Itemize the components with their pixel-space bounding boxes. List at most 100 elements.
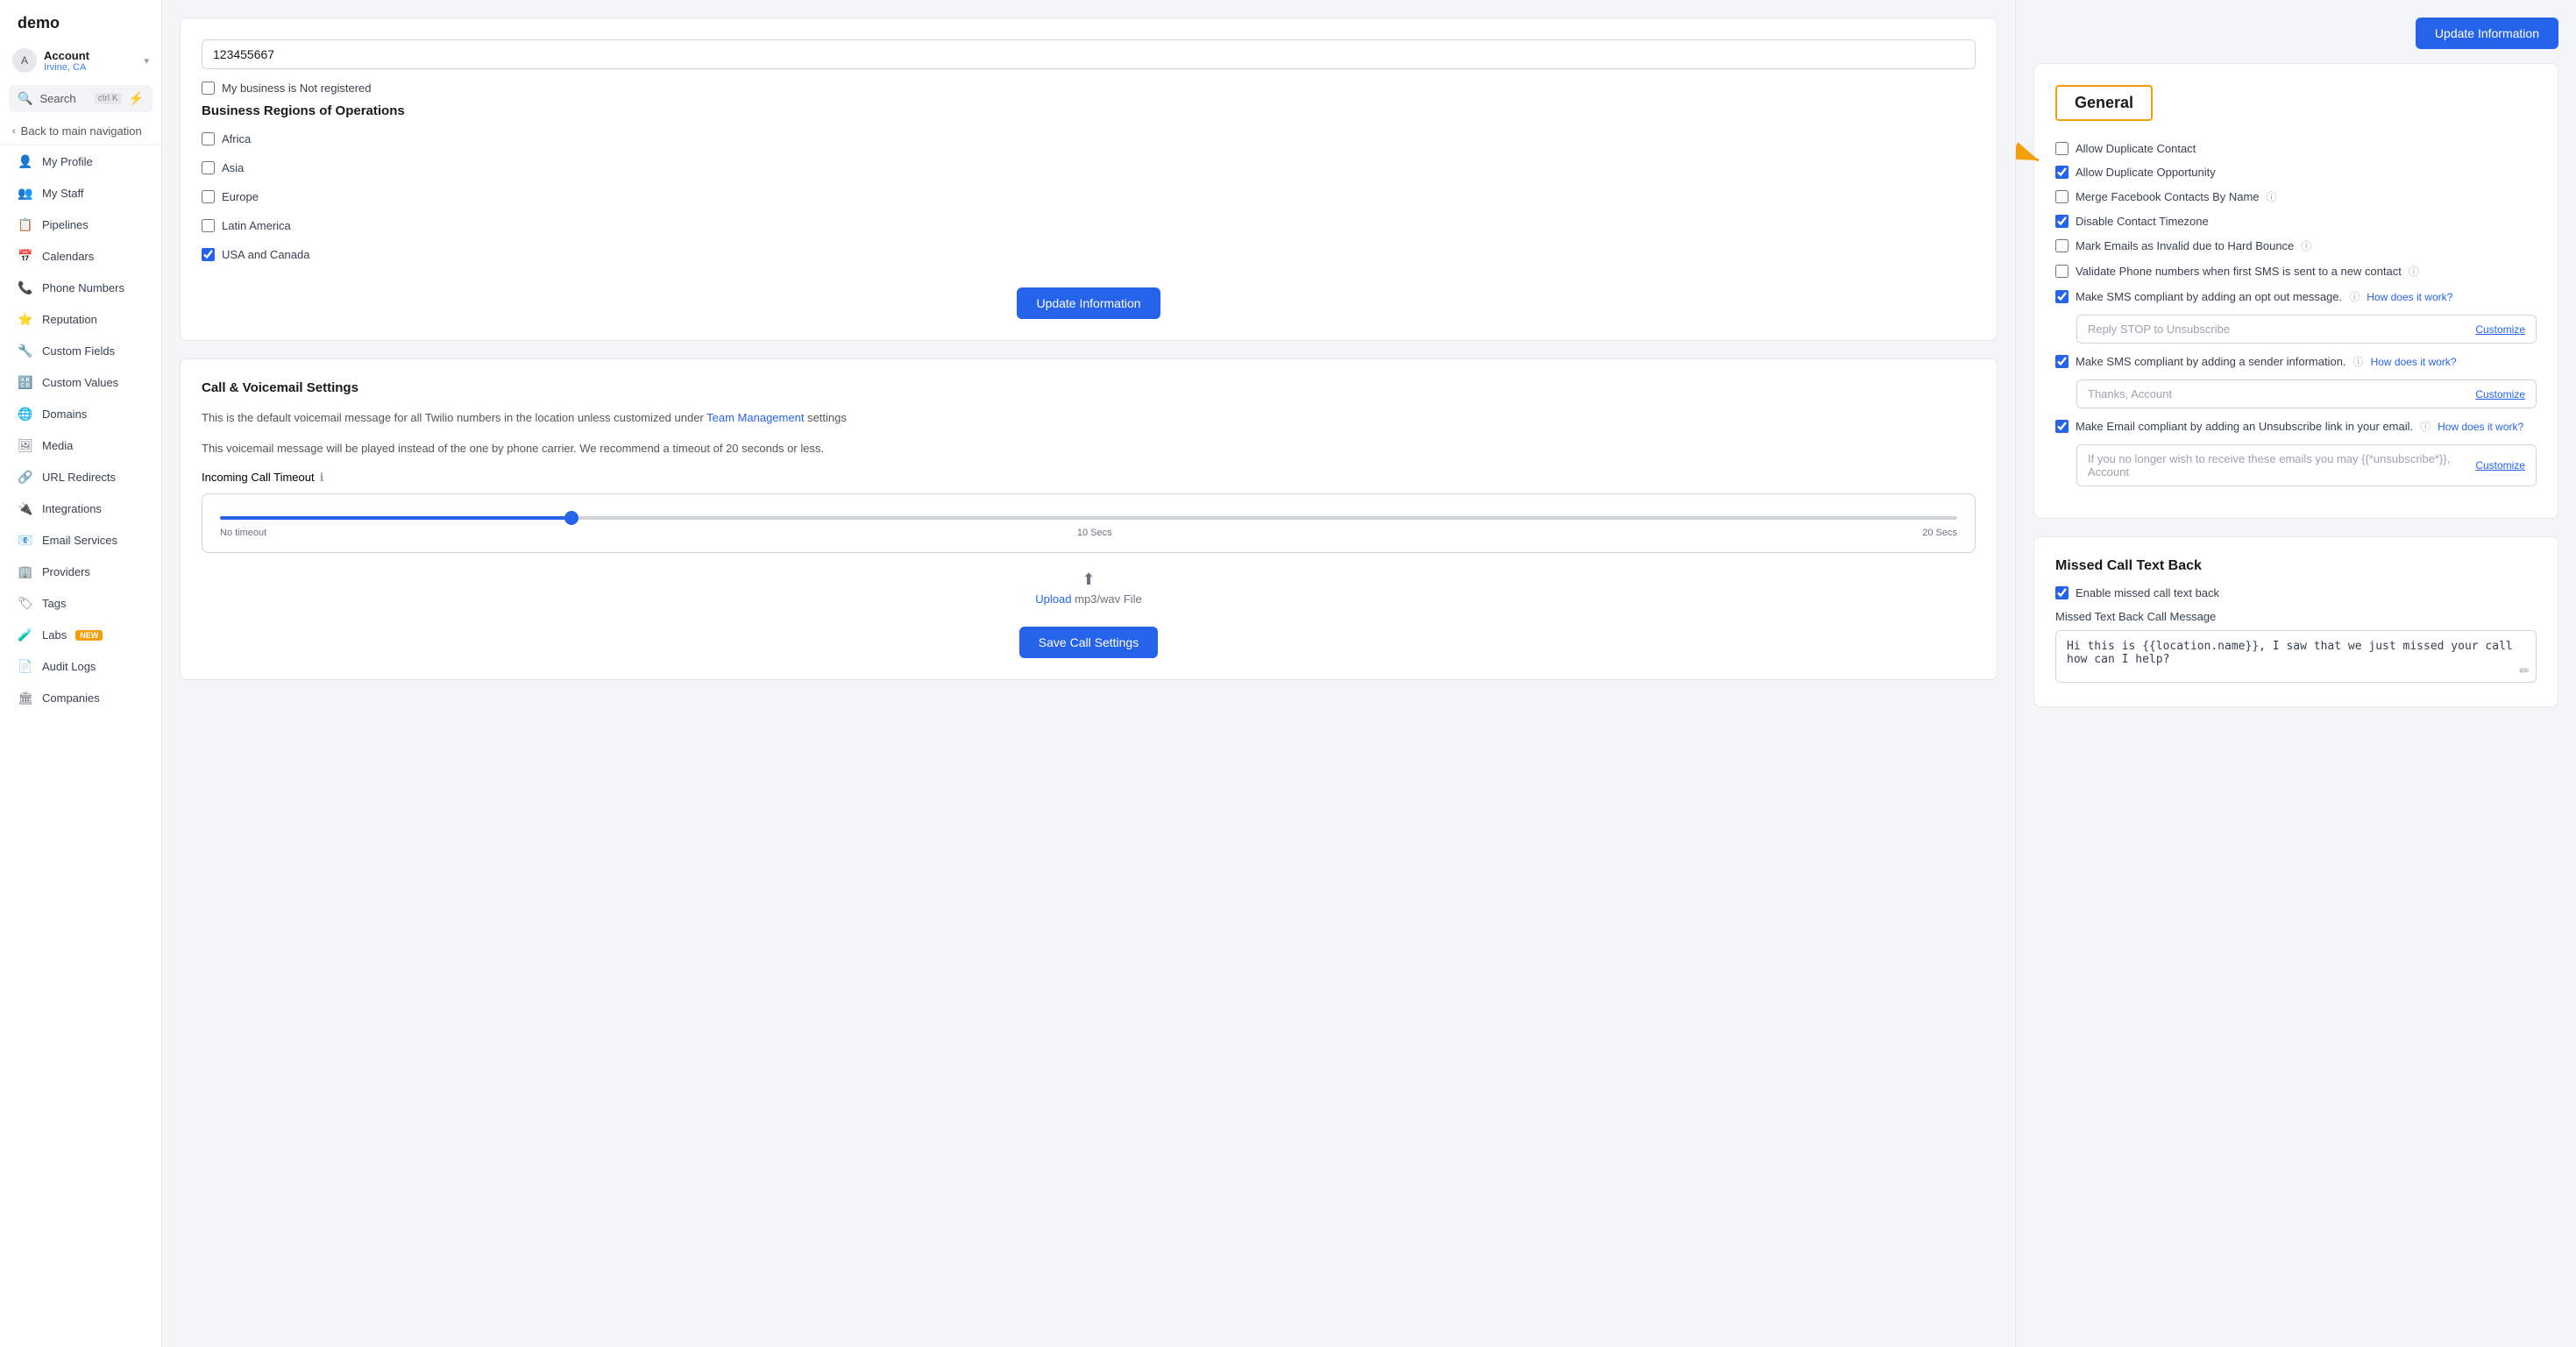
sidebar-item-reputation[interactable]: ⭐ Reputation: [5, 304, 156, 335]
option-checkbox-sms-compliant-sender[interactable]: [2055, 355, 2069, 368]
general-card: General Allow Duplicate Contact Allow Du…: [2033, 63, 2558, 519]
upload-area[interactable]: ⬆ Upload mp3/wav File: [202, 571, 1976, 606]
slider-labels: No timeout 10 Secs 20 Secs: [220, 528, 1957, 538]
option-checkbox-allow-duplicate-contact[interactable]: [2055, 142, 2069, 155]
call-voicemail-title: Call & Voicemail Settings: [202, 380, 1976, 395]
sidebar-item-custom-values[interactable]: 🔠 Custom Values: [5, 367, 156, 398]
sidebar-item-label: Custom Values: [42, 376, 118, 389]
sidebar-item-email-services[interactable]: 📧 Email Services: [5, 525, 156, 556]
sidebar-item-label: Integrations: [42, 502, 102, 515]
sidebar-item-integrations[interactable]: 🔌 Integrations: [5, 493, 156, 524]
option-checkbox-mark-emails-invalid[interactable]: [2055, 239, 2069, 252]
customize-link-sms-compliant-sender[interactable]: Customize: [2475, 388, 2525, 401]
sidebar-item-label: Phone Numbers: [42, 281, 124, 294]
labs-icon: 🧪: [18, 627, 33, 642]
region-checkbox-1[interactable]: [202, 161, 215, 174]
search-label: Search: [39, 92, 87, 105]
not-registered-label: My business is Not registered: [222, 82, 372, 95]
option-label-sms-compliant-sender: Make SMS compliant by adding a sender in…: [2076, 355, 2346, 368]
option-wrap-sms-compliant-opt-out: Make SMS compliant by adding an opt out …: [2055, 289, 2537, 344]
account-name: Account: [44, 49, 137, 62]
sub-input-sms-compliant-sender: Thanks, Account Customize: [2076, 379, 2537, 408]
option-checkbox-email-unsubscribe[interactable]: [2055, 420, 2069, 433]
lightning-icon: ⚡: [129, 91, 144, 106]
option-row-allow-duplicate-opportunity: Allow Duplicate Opportunity: [2055, 166, 2537, 179]
sidebar-item-url-redirects[interactable]: 🔗 URL Redirects: [5, 462, 156, 493]
missed-call-textarea-wrap: ✏: [2055, 630, 2537, 685]
region-row-2: Europe: [202, 190, 1976, 203]
option-checkbox-allow-duplicate-opportunity[interactable]: [2055, 166, 2069, 179]
region-row-0: Africa: [202, 132, 1976, 145]
option-wrap-validate-phone: Validate Phone numbers when first SMS is…: [2055, 264, 2537, 279]
search-bar[interactable]: 🔍 Search ctrl K ⚡: [9, 85, 153, 112]
update-info-button-right[interactable]: Update Information: [2416, 18, 2558, 49]
option-checkbox-sms-compliant-opt-out[interactable]: [2055, 290, 2069, 303]
missed-call-textarea[interactable]: [2055, 630, 2537, 683]
sidebar-item-audit-logs[interactable]: 📄 Audit Logs: [5, 651, 156, 682]
back-nav-label: Back to main navigation: [21, 124, 142, 138]
option-label-validate-phone: Validate Phone numbers when first SMS is…: [2076, 265, 2402, 278]
option-checkbox-merge-facebook[interactable]: [2055, 190, 2069, 203]
sidebar-item-label: Audit Logs: [42, 660, 96, 673]
business-number-input[interactable]: [202, 39, 1976, 69]
search-shortcut: ctrl K: [95, 93, 122, 104]
sidebar-item-phone-numbers[interactable]: 📞 Phone Numbers: [5, 273, 156, 303]
region-checkbox-4[interactable]: [202, 248, 215, 261]
region-checkbox-2[interactable]: [202, 190, 215, 203]
option-row-mark-emails-invalid: Mark Emails as Invalid due to Hard Bounc…: [2055, 238, 2537, 253]
option-info-icon-sms-compliant-sender: ⓘ: [2353, 354, 2364, 369]
sidebar-item-label: Labs: [42, 628, 67, 642]
sidebar-item-providers[interactable]: 🏢 Providers: [5, 557, 156, 587]
option-checkbox-disable-contact-tz[interactable]: [2055, 215, 2069, 228]
sidebar-item-my-staff[interactable]: 👥 My Staff: [5, 178, 156, 209]
timeout-slider[interactable]: [220, 516, 1957, 520]
update-info-button-left[interactable]: Update Information: [1017, 287, 1160, 319]
timeout-info-icon: ℹ: [320, 471, 324, 485]
tags-icon: 🏷: [18, 596, 33, 611]
customize-link-sms-compliant-opt-out[interactable]: Customize: [2475, 323, 2525, 336]
enable-missed-call-checkbox[interactable]: [2055, 586, 2069, 599]
my-profile-icon: 👤: [18, 154, 33, 169]
media-icon: 🖼: [18, 438, 33, 453]
sidebar-item-label: My Profile: [42, 155, 93, 168]
option-checkbox-validate-phone[interactable]: [2055, 265, 2069, 278]
option-label-disable-contact-tz: Disable Contact Timezone: [2076, 215, 2209, 228]
option-link-sms-compliant-sender[interactable]: How does it work?: [2371, 356, 2457, 368]
enable-missed-call-row: Enable missed call text back: [2055, 586, 2537, 599]
sidebar-item-label: URL Redirects: [42, 471, 116, 484]
sub-input-text-sms-compliant-sender: Thanks, Account: [2088, 387, 2475, 401]
sidebar-item-domains[interactable]: 🌐 Domains: [5, 399, 156, 429]
slider-label-no-timeout: No timeout: [220, 528, 266, 538]
sub-input-sms-compliant-opt-out: Reply STOP to Unsubscribe Customize: [2076, 315, 2537, 344]
sidebar-item-custom-fields[interactable]: 🔧 Custom Fields: [5, 336, 156, 366]
business-number-field: [202, 39, 1976, 69]
custom-fields-icon: 🔧: [18, 344, 33, 358]
region-label-0: Africa: [222, 132, 251, 145]
call-voicemail-card: Call & Voicemail Settings This is the de…: [180, 358, 1998, 680]
sidebar-item-media[interactable]: 🖼 Media: [5, 430, 156, 461]
sidebar-item-labs[interactable]: 🧪 Labs new: [5, 620, 156, 650]
option-link-email-unsubscribe[interactable]: How does it work?: [2438, 421, 2523, 433]
account-switcher[interactable]: A Account Irvine, CA ▾: [0, 41, 161, 80]
region-checkbox-3[interactable]: [202, 219, 215, 232]
save-call-settings-button[interactable]: Save Call Settings: [1019, 627, 1158, 658]
url-redirects-icon: 🔗: [18, 470, 33, 485]
sub-input-text-email-unsubscribe: If you no longer wish to receive these e…: [2088, 452, 2475, 479]
sidebar-item-my-profile[interactable]: 👤 My Profile: [5, 146, 156, 177]
sidebar-item-calendars[interactable]: 📅 Calendars: [5, 241, 156, 272]
app-logo: demo: [0, 0, 161, 41]
team-management-link[interactable]: Team Management: [706, 411, 804, 424]
option-link-sms-compliant-opt-out[interactable]: How does it work?: [2367, 291, 2452, 303]
back-to-main-nav[interactable]: ‹ Back to main navigation: [0, 117, 161, 145]
sidebar-item-companies[interactable]: 🏛 Companies: [5, 683, 156, 713]
email-services-icon: 📧: [18, 533, 33, 548]
option-wrap-merge-facebook: Merge Facebook Contacts By Name ⓘ: [2055, 189, 2537, 204]
sidebar-item-tags[interactable]: 🏷 Tags: [5, 588, 156, 619]
sidebar-item-pipelines[interactable]: 📋 Pipelines: [5, 209, 156, 240]
voicemail-desc-1: This is the default voicemail message fo…: [202, 409, 1976, 428]
customize-link-email-unsubscribe[interactable]: Customize: [2475, 459, 2525, 471]
region-checkbox-0[interactable]: [202, 132, 215, 145]
regions-title: Business Regions of Operations: [202, 103, 1976, 118]
not-registered-checkbox[interactable]: [202, 82, 215, 95]
sidebar-item-label: Domains: [42, 408, 87, 421]
